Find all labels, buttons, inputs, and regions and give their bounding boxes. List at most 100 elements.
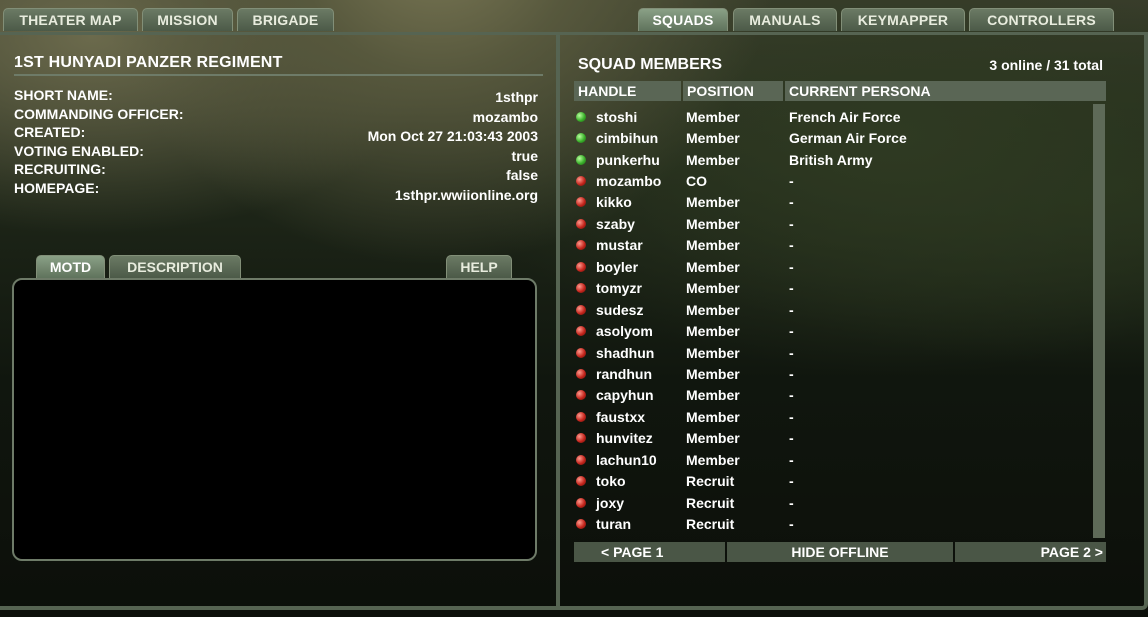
member-persona: -	[789, 323, 794, 340]
tab-keymapper[interactable]: KEYMAPPER	[841, 8, 965, 31]
tab-manuals[interactable]: MANUALS	[733, 8, 837, 31]
member-position: Member	[686, 408, 740, 425]
member-row[interactable]: joxy Recruit -	[574, 492, 1092, 513]
prev-page-button[interactable]: < PAGE 1	[574, 542, 725, 562]
member-row[interactable]: punkerhu Member British Army	[574, 149, 1092, 170]
value-commanding-officer: mozambo	[472, 108, 538, 125]
member-handle: cimbihun	[596, 130, 659, 147]
member-row[interactable]: mustar Member -	[574, 235, 1092, 256]
hide-offline-button[interactable]: HIDE OFFLINE	[727, 542, 953, 562]
regiment-info-values: 1sthpr mozambo Mon Oct 27 21:03:43 2003 …	[368, 88, 538, 205]
member-persona: -	[789, 344, 794, 361]
member-row[interactable]: cimbihun Member German Air Force	[574, 127, 1092, 148]
member-position: Recruit	[686, 494, 735, 511]
member-persona: British Army	[789, 151, 873, 168]
column-header-handle[interactable]: HANDLE	[574, 81, 681, 101]
offline-status-icon	[576, 454, 586, 465]
member-persona: -	[789, 215, 794, 232]
regiment-info-labels: SHORT NAME: COMMANDING OFFICER: CREATED:…	[14, 86, 184, 197]
member-handle: randhun	[596, 365, 652, 382]
member-row[interactable]: stoshi Member French Air Force	[574, 106, 1092, 127]
offline-status-icon	[576, 304, 586, 315]
member-persona: -	[789, 451, 794, 468]
member-row[interactable]: szaby Member -	[574, 213, 1092, 234]
value-created: Mon Oct 27 21:03:43 2003	[367, 128, 538, 144]
member-row[interactable]: toko Recruit -	[574, 470, 1092, 491]
member-row[interactable]: randhun Member -	[574, 363, 1092, 384]
tab-description[interactable]: DESCRIPTION	[109, 255, 241, 278]
member-persona: -	[789, 387, 794, 404]
member-persona: -	[789, 430, 794, 447]
panel-divider	[556, 34, 560, 608]
next-page-button[interactable]: PAGE 2 >	[955, 542, 1106, 562]
member-row[interactable]: kikko Member -	[574, 192, 1092, 213]
offline-status-icon	[576, 347, 586, 358]
member-position: Member	[686, 258, 740, 275]
offline-status-icon	[576, 519, 586, 530]
motd-text-area[interactable]	[12, 278, 537, 561]
top-navigation: THEATER MAP MISSION BRIGADE SQUADS MANUA…	[0, 0, 1148, 36]
member-persona: -	[789, 408, 794, 425]
member-row[interactable]: capyhun Member -	[574, 385, 1092, 406]
member-handle: faustxx	[596, 408, 646, 425]
member-row[interactable]: hunvitez Member -	[574, 428, 1092, 449]
label-short-name: SHORT NAME:	[14, 87, 113, 103]
offline-status-icon	[576, 497, 586, 508]
member-handle: lachun10	[596, 451, 657, 468]
member-persona: French Air Force	[789, 108, 901, 125]
label-voting-enabled: VOTING ENABLED:	[14, 142, 144, 159]
member-handle: shadhun	[596, 344, 655, 361]
member-position: Member	[686, 430, 740, 447]
member-row[interactable]: boyler Member -	[574, 256, 1092, 277]
member-handle: asolyom	[596, 323, 653, 340]
member-position: Member	[686, 194, 740, 211]
member-row[interactable]: shadhun Member -	[574, 342, 1092, 363]
member-handle: hunvitez	[596, 430, 653, 447]
member-position: Recruit	[686, 516, 735, 533]
offline-status-icon	[576, 197, 586, 208]
member-position: Recruit	[686, 473, 735, 490]
online-status-icon	[576, 154, 586, 165]
member-row[interactable]: lachun10 Member -	[574, 449, 1092, 470]
offline-status-icon	[576, 433, 586, 444]
help-button[interactable]: HELP	[446, 255, 512, 278]
member-position: Member	[686, 130, 740, 147]
member-list-scrollbar[interactable]	[1093, 104, 1105, 538]
offline-status-icon	[576, 240, 586, 251]
member-position: Member	[686, 280, 740, 297]
member-position: Member	[686, 237, 740, 254]
tab-squads[interactable]: SQUADS	[638, 8, 728, 31]
value-short-name: 1sthpr	[495, 89, 538, 105]
member-row[interactable]: faustxx Member -	[574, 406, 1092, 427]
tab-theater-map[interactable]: THEATER MAP	[3, 8, 138, 31]
offline-status-icon	[576, 368, 586, 379]
tab-controllers[interactable]: CONTROLLERS	[969, 8, 1114, 31]
member-handle: turan	[596, 516, 631, 533]
label-recruiting: RECRUITING:	[14, 161, 106, 177]
online-status-icon	[576, 133, 586, 144]
member-position: Member	[686, 323, 740, 340]
column-header-persona[interactable]: CURRENT PERSONA	[785, 81, 1106, 101]
member-handle: capyhun	[596, 387, 654, 404]
member-position: Member	[686, 301, 740, 318]
member-row[interactable]: turan Recruit -	[574, 513, 1092, 534]
member-position: CO	[686, 173, 707, 190]
member-row[interactable]: sudesz Member -	[574, 299, 1092, 320]
tab-motd[interactable]: MOTD	[36, 255, 105, 278]
member-row[interactable]: tomyzr Member -	[574, 278, 1092, 299]
member-persona: -	[789, 516, 794, 533]
tab-brigade[interactable]: BRIGADE	[237, 8, 334, 31]
member-row[interactable]: mozambo CO -	[574, 170, 1092, 191]
offline-status-icon	[576, 411, 586, 422]
member-persona: -	[789, 258, 794, 275]
member-position: Member	[686, 215, 740, 232]
tab-mission[interactable]: MISSION	[142, 8, 233, 31]
offline-status-icon	[576, 326, 586, 337]
value-homepage[interactable]: 1sthpr.wwiionline.org	[368, 186, 538, 206]
member-persona: -	[789, 237, 794, 254]
column-header-position[interactable]: POSITION	[683, 81, 783, 101]
member-row[interactable]: asolyom Member -	[574, 320, 1092, 341]
online-status-icon	[576, 111, 586, 122]
value-recruiting: false	[506, 167, 538, 183]
member-handle: kikko	[596, 194, 632, 211]
